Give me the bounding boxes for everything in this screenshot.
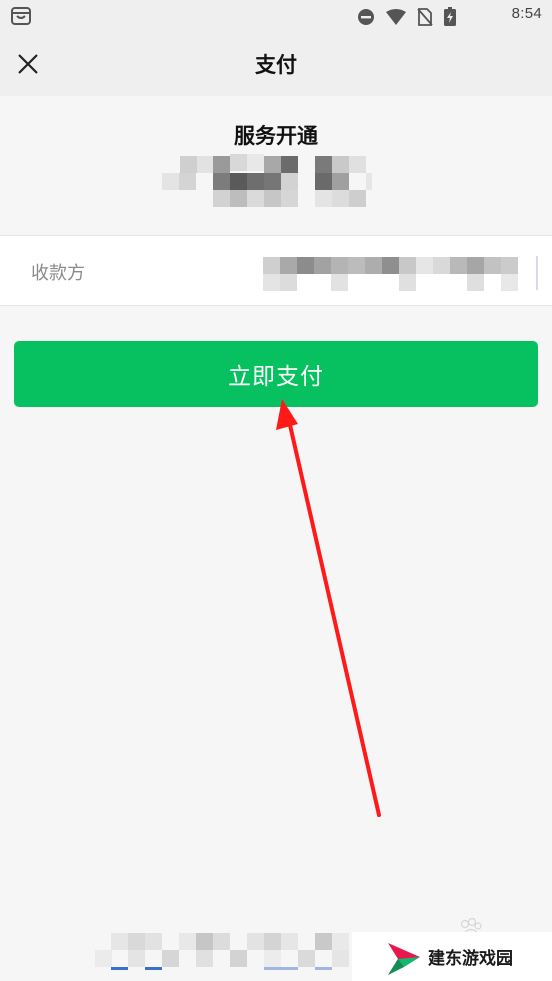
footer-redacted-mosaic bbox=[95, 933, 349, 970]
payment-summary: 服务开通 bbox=[0, 96, 552, 234]
nav-bar: 支付 bbox=[0, 32, 552, 96]
pay-now-button[interactable]: 立即支付 bbox=[14, 341, 538, 407]
status-bar: 8:54 bbox=[0, 0, 552, 32]
status-icons bbox=[357, 7, 456, 30]
page-title: 支付 bbox=[255, 53, 297, 77]
wifi-icon bbox=[386, 8, 406, 29]
watermark-text: 建东游戏园 bbox=[428, 949, 513, 969]
service-title: 服务开通 bbox=[234, 124, 318, 148]
payee-redacted-mosaic bbox=[263, 257, 518, 291]
do-not-disturb-icon bbox=[357, 8, 375, 30]
payee-label: 收款方 bbox=[31, 263, 85, 284]
payee-scroll-edge bbox=[536, 256, 538, 290]
no-sim-icon bbox=[417, 7, 433, 30]
watermark-logo-icon bbox=[388, 942, 420, 975]
status-time: 8:54 bbox=[511, 5, 542, 22]
payee-row: 收款方 bbox=[0, 235, 552, 306]
watermark: 建东游戏园 bbox=[352, 932, 552, 981]
amount-redacted-mosaic bbox=[162, 154, 372, 207]
battery-icon bbox=[444, 7, 456, 30]
app-bag-icon bbox=[10, 5, 32, 31]
